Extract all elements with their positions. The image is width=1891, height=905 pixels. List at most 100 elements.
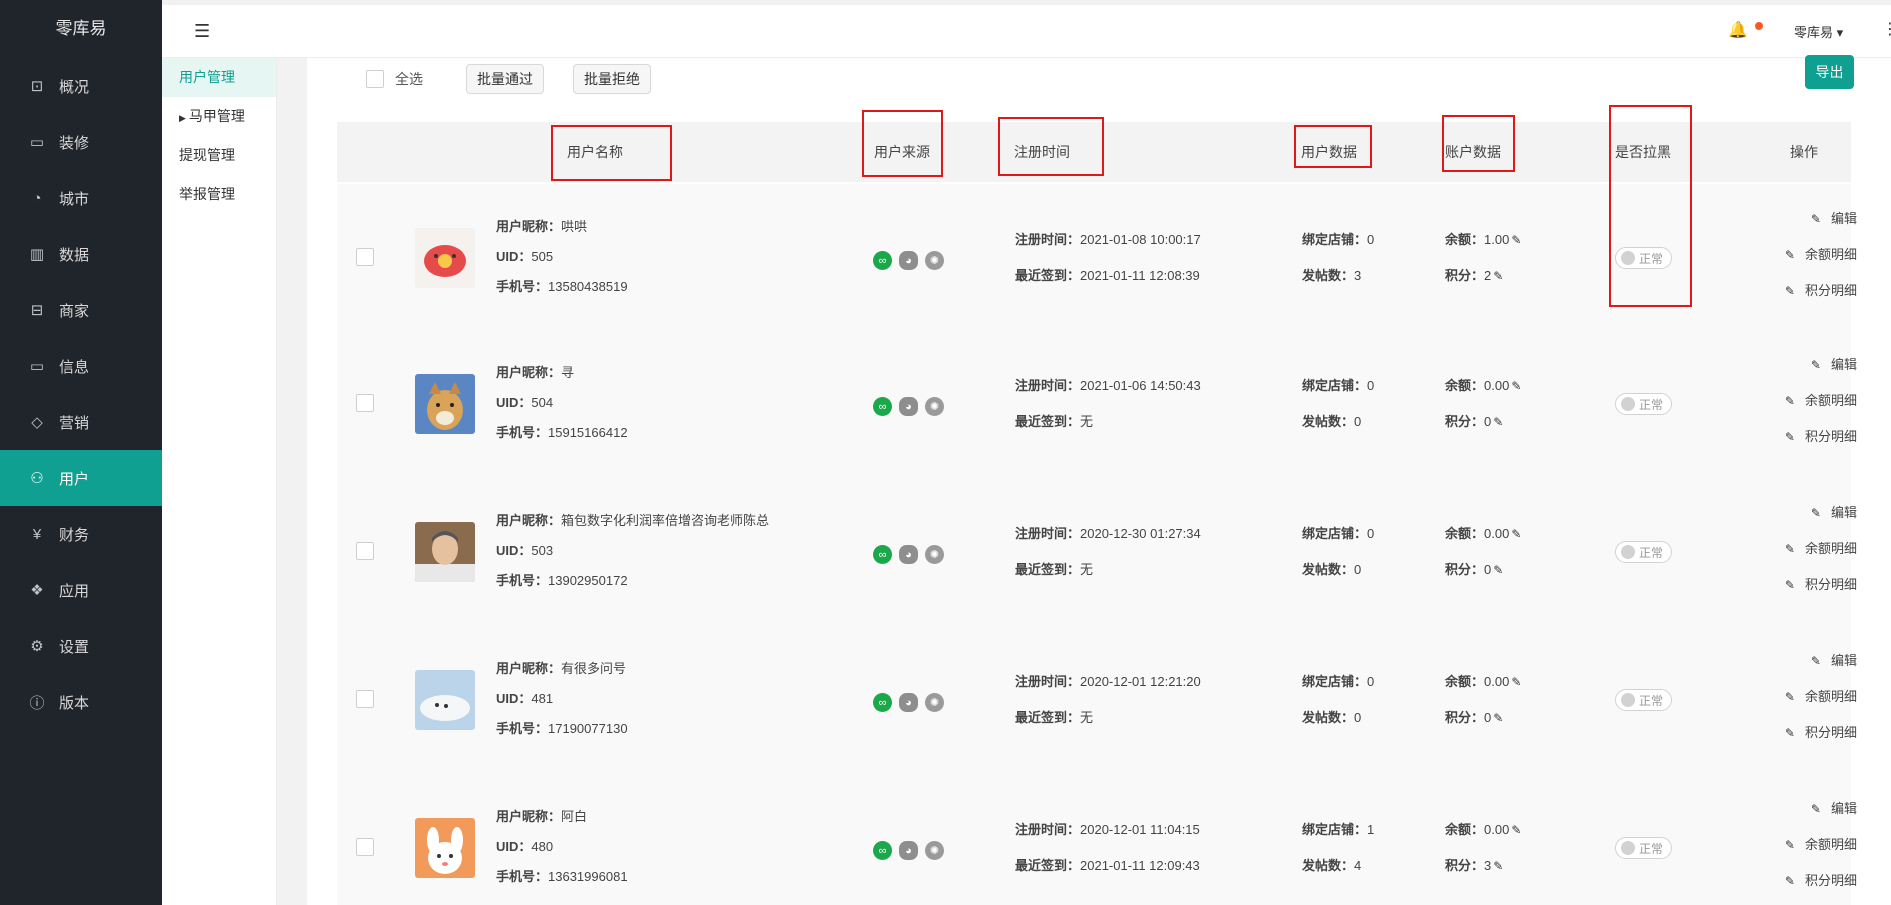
subnav-item-3[interactable]: 举报管理 [162, 175, 276, 214]
reg_time-value: 2020-12-01 11:04:15 [1080, 822, 1200, 837]
sidebar-item-label: 商家 [59, 302, 90, 320]
row-checkbox[interactable] [356, 838, 374, 856]
points-detail-button[interactable]: ✎ 积分明细 [1765, 273, 1857, 309]
balance-detail-button[interactable]: ✎ 余额明细 [1765, 531, 1857, 567]
reg_time-label: 注册时间： [1015, 674, 1081, 689]
balance-detail-button[interactable]: ✎ 余额明细 [1765, 237, 1857, 273]
sidebar-item-6[interactable]: ◇ 营销 [0, 394, 162, 450]
tag-icon: ◇ [31, 414, 43, 431]
user-source-icons: ∞ ◕ ✺ [873, 545, 944, 564]
pencil-icon: ✎ [1810, 358, 1821, 372]
subnav-item-2[interactable]: 提现管理 [162, 136, 276, 175]
user-nickname: 哄哄 [561, 219, 588, 234]
sidebar-item-2[interactable]: ◔ 城市 [0, 170, 162, 226]
points-detail-button[interactable]: ✎ 积分明细 [1765, 715, 1857, 751]
subnav-item-1[interactable]: ▶ 马甲管理 [162, 97, 276, 136]
more-icon[interactable]: ⋮ [1882, 19, 1891, 39]
blacklist-toggle[interactable]: 正常 [1615, 689, 1672, 711]
balance-detail-button[interactable]: ✎ 余额明细 [1765, 383, 1857, 419]
batch-approve-button[interactable]: 批量通过 [466, 64, 544, 94]
edit-button[interactable]: ✎ 编辑 [1765, 495, 1857, 531]
row-checkbox[interactable] [356, 690, 374, 708]
subnav-item-0[interactable]: 用户管理 [162, 58, 276, 97]
bell-icon[interactable]: 🔔 [1728, 20, 1748, 40]
sidebar-item-9[interactable]: ❖ 应用 [0, 562, 162, 618]
sidebar-item-5[interactable]: ▭ 信息 [0, 338, 162, 394]
export-button[interactable]: 导出 [1805, 55, 1854, 89]
toggle-knob [1621, 545, 1635, 559]
edit-points-pencil-icon[interactable]: ✎ [1493, 563, 1503, 577]
balance-label: 余额： [1445, 822, 1485, 837]
highlight-box-blacklist [1609, 105, 1692, 307]
subnav-item-label: 马甲管理 [188, 108, 245, 124]
sidebar-item-7[interactable]: ⚇ 用户 [0, 450, 162, 506]
edit-balance-pencil-icon[interactable]: ✎ [1511, 379, 1521, 393]
sidebar-item-10[interactable]: ⚙ 设置 [0, 618, 162, 674]
edit-button[interactable]: ✎ 编辑 [1765, 201, 1857, 237]
edit-button[interactable]: ✎ 编辑 [1765, 347, 1857, 383]
balance-line: 余额：0.00 ✎ [1445, 516, 1521, 552]
user-phone: 13580438519 [548, 279, 628, 294]
reg_time-line: 注册时间：2020-12-01 12:21:20 [1015, 664, 1201, 700]
blacklist-toggle[interactable]: 正常 [1615, 837, 1672, 859]
edit-points-pencil-icon[interactable]: ✎ [1493, 415, 1503, 429]
wechat-icon: ◕ [899, 693, 918, 712]
sidebar-item-1[interactable]: ▭ 装修 [0, 114, 162, 170]
edit-points-pencil-icon[interactable]: ✎ [1493, 269, 1503, 283]
points-line: 积分：2 ✎ [1445, 258, 1521, 294]
store-icon: ⊟ [30, 302, 44, 319]
edit-balance-pencil-icon[interactable]: ✎ [1511, 823, 1521, 837]
pencil-icon: ✎ [1784, 284, 1795, 298]
user-phone: 17190077130 [548, 721, 628, 736]
menu-fold-icon[interactable]: ☰ [194, 21, 210, 42]
wechat-icon: ◕ [899, 841, 918, 860]
balance-label: 余额： [1445, 526, 1485, 541]
select-all-checkbox[interactable] [366, 70, 384, 88]
pencil-icon: ✎ [1810, 654, 1821, 668]
bound_stores-value: 1 [1367, 822, 1375, 837]
balance-detail-button-label: 余额明细 [1804, 837, 1857, 852]
last_sign-line: 最近签到：无 [1015, 700, 1201, 736]
user-uid: 504 [531, 395, 554, 410]
row-checkbox[interactable] [356, 542, 374, 560]
miniapp-icon: ✺ [925, 841, 944, 860]
points-detail-button[interactable]: ✎ 积分明细 [1765, 863, 1857, 899]
edit-points-pencil-icon[interactable]: ✎ [1493, 859, 1503, 873]
reg_time-line: 注册时间：2021-01-06 14:50:43 [1015, 368, 1201, 404]
posts-value: 0 [1354, 414, 1362, 429]
edit-points-pencil-icon[interactable]: ✎ [1493, 711, 1503, 725]
reg_time-line: 注册时间：2020-12-30 01:27:34 [1015, 516, 1201, 552]
sidebar-item-8[interactable]: ¥ 财务 [0, 506, 162, 562]
sidebar-item-3[interactable]: ▥ 数据 [0, 226, 162, 282]
bound_stores-line: 绑定店铺：0 [1302, 222, 1374, 258]
edit-button[interactable]: ✎ 编辑 [1765, 643, 1857, 679]
row-actions: ✎ 编辑 ✎ 余额明细 ✎ 积分明细 [1765, 791, 1857, 899]
user-phone-label: 手机号： [496, 869, 549, 884]
bound_stores-label: 绑定店铺： [1302, 232, 1368, 247]
sidebar-item-11[interactable]: ⓘ 版本 [0, 674, 162, 730]
blacklist-toggle[interactable]: 正常 [1615, 541, 1672, 563]
balance-detail-button[interactable]: ✎ 余额明细 [1765, 827, 1857, 863]
sidebar-item-4[interactable]: ⊟ 商家 [0, 282, 162, 338]
sidebar-item-0[interactable]: ⊡ 概况 [0, 58, 162, 114]
balance-value: 0.00 [1484, 822, 1510, 837]
row-checkbox[interactable] [356, 248, 374, 266]
user-phone-line: 手机号：17190077130 [496, 714, 628, 744]
points-detail-button[interactable]: ✎ 积分明细 [1765, 419, 1857, 455]
points-detail-button[interactable]: ✎ 积分明细 [1765, 567, 1857, 603]
main-content: 全选 批量通过 批量拒绝 导出 用户名称 用户来源 注册时间 用户数据 账户数据… [307, 55, 1891, 905]
edit-balance-pencil-icon[interactable]: ✎ [1511, 527, 1521, 541]
balance-detail-button[interactable]: ✎ 余额明细 [1765, 679, 1857, 715]
blacklist-toggle[interactable]: 正常 [1615, 393, 1672, 415]
row-checkbox[interactable] [356, 394, 374, 412]
city-icon: ◔ [32, 189, 42, 207]
user-menu[interactable]: 零库易 ▾ [1794, 22, 1843, 41]
overview-icon: ⊡ [30, 78, 44, 95]
edit-balance-pencil-icon[interactable]: ✎ [1511, 233, 1521, 247]
edit-balance-pencil-icon[interactable]: ✎ [1511, 675, 1521, 689]
edit-button[interactable]: ✎ 编辑 [1765, 791, 1857, 827]
sidebar-item-label: 应用 [59, 582, 90, 600]
batch-reject-button[interactable]: 批量拒绝 [573, 64, 651, 94]
user-phone: 13631996081 [548, 869, 628, 884]
user-source-icons: ∞ ◕ ✺ [873, 251, 944, 270]
